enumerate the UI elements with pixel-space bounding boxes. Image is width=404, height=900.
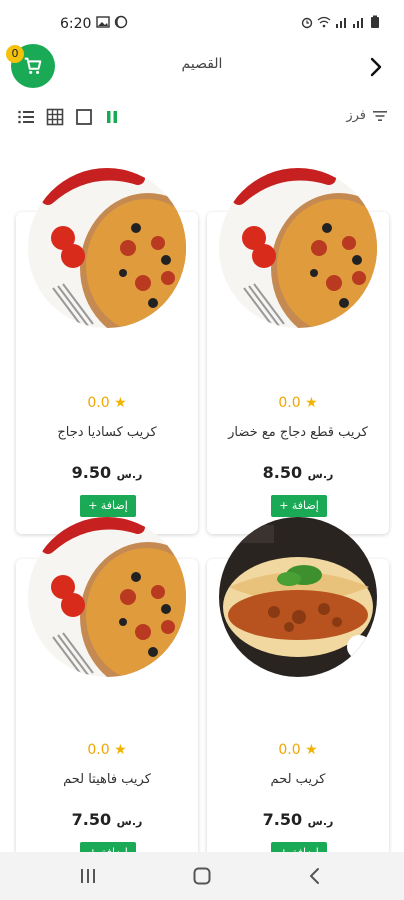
rating-value: 0.0 — [87, 395, 110, 411]
back-icon[interactable] — [305, 866, 325, 886]
pizza-image — [28, 168, 186, 328]
star-icon: ★ — [114, 742, 127, 758]
price-value: 7.50 — [71, 810, 112, 829]
moon-icon — [114, 15, 128, 29]
product-image — [219, 517, 377, 677]
currency-label: ر.س — [307, 468, 334, 481]
pasta-image — [219, 517, 377, 677]
product-image — [219, 168, 377, 328]
pizza-image — [219, 168, 377, 328]
wifi-icon — [317, 16, 331, 28]
chevron-right-icon[interactable] — [366, 56, 386, 78]
add-to-cart-button[interactable]: + إضافة — [80, 495, 136, 517]
currency-label: ر.س — [116, 468, 143, 481]
star-icon: ★ — [305, 742, 318, 758]
pizza-image — [28, 517, 186, 677]
product-name: كريب كساديا دجاج — [57, 425, 157, 440]
price-value: 8.50 — [262, 463, 303, 482]
product-rating: 0.0 ★ — [16, 742, 198, 758]
product-card[interactable]: 0.0 ★ كريب قطع دجاج مع خضار 8.50 ر.س + إ… — [207, 168, 389, 534]
product-image — [28, 517, 186, 677]
system-nav-bar — [0, 852, 404, 900]
sort-label: فرز — [346, 108, 366, 123]
product-card[interactable]: 0.0 ★ كريب فاهيتا لحم 7.50 ر.س + إضافة — [16, 517, 198, 881]
sort-button[interactable]: فرز — [346, 108, 388, 123]
home-icon[interactable] — [192, 866, 212, 886]
status-bar: 6:20 — [0, 0, 404, 40]
product-rating: 0.0 ★ — [207, 742, 389, 758]
signal-icon — [336, 18, 346, 28]
currency-label: ر.س — [307, 815, 334, 828]
product-name: كريب لحم — [270, 772, 326, 787]
currency-label: ر.س — [116, 815, 143, 828]
single-view-icon[interactable] — [75, 108, 93, 126]
product-price: 9.50 ر.س — [16, 463, 198, 482]
alarm-icon — [301, 17, 313, 29]
battery-icon — [371, 15, 379, 28]
product-name: كريب فاهيتا لحم — [63, 772, 151, 787]
product-price: 7.50 ر.س — [16, 810, 198, 829]
product-name: كريب قطع دجاج مع خضار — [228, 425, 368, 440]
status-left-icons — [96, 15, 128, 29]
product-price: 7.50 ر.س — [207, 810, 389, 829]
add-to-cart-button[interactable]: + إضافة — [271, 495, 327, 517]
star-icon: ★ — [305, 395, 318, 411]
signal-icon — [353, 18, 363, 28]
product-image — [28, 168, 186, 328]
product-price: 8.50 ر.س — [207, 463, 389, 482]
star-icon: ★ — [114, 395, 127, 411]
rating-value: 0.0 — [278, 395, 301, 411]
status-right-icons — [300, 15, 382, 29]
rating-value: 0.0 — [87, 742, 110, 758]
view-toolbar: فرز — [0, 100, 404, 134]
product-rating: 0.0 ★ — [16, 395, 198, 411]
product-card[interactable]: 0.0 ★ كريب لحم 7.50 ر.س + إضافة — [207, 517, 389, 881]
rating-value: 0.0 — [278, 742, 301, 758]
price-value: 7.50 — [262, 810, 303, 829]
grid-view-icon[interactable] — [46, 108, 64, 126]
price-value: 9.50 — [71, 463, 112, 482]
list-view-icon[interactable] — [17, 108, 35, 126]
two-column-view-icon[interactable] — [103, 108, 121, 126]
product-card[interactable]: 0.0 ★ كريب كساديا دجاج 9.50 ر.س + إضافة — [16, 168, 198, 534]
image-icon — [96, 16, 110, 28]
recent-apps-icon[interactable] — [78, 866, 98, 886]
app-header: 0 القصيم — [0, 40, 404, 96]
status-time: 6:20 — [60, 16, 92, 32]
product-rating: 0.0 ★ — [207, 395, 389, 411]
sort-icon — [373, 110, 387, 121]
page-title: القصيم — [181, 56, 223, 72]
